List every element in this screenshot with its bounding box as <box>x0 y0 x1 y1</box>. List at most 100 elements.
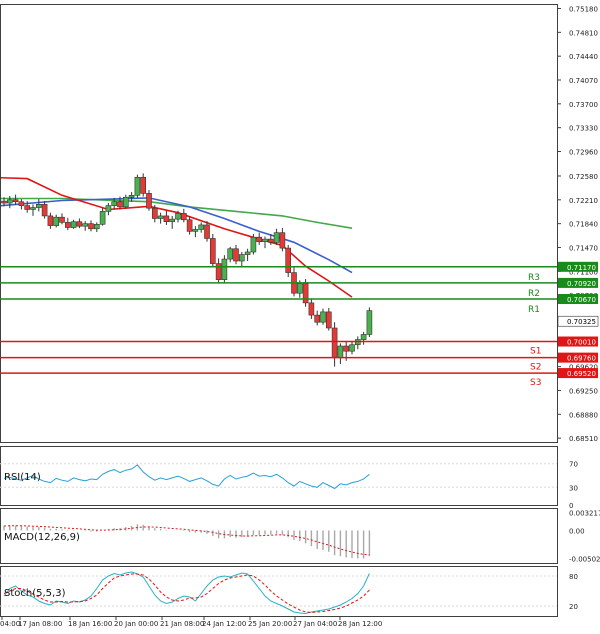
candle-body <box>140 176 146 194</box>
candle-body <box>12 199 19 203</box>
candle-body <box>94 223 100 230</box>
candle-body <box>70 221 77 228</box>
price-chart[interactable]: 0.75180 0.74810 0.74440 0.74070 0.73700 0.733… <box>0 0 600 634</box>
candle-body <box>76 221 83 227</box>
rsi-label: RSI(14) <box>4 472 41 483</box>
rsi-tick-label: 70 <box>569 461 578 469</box>
time-label: 24 Jan 12:00 <box>202 620 246 628</box>
support-price-tag: 0.69520 <box>567 370 596 378</box>
candle-body <box>123 196 129 208</box>
candle-body <box>30 207 36 210</box>
price-tick-label: 0.73700 <box>569 101 598 109</box>
resistance-price-tag: 0.70670 <box>567 296 596 304</box>
resistance-name-r2: R2 <box>528 289 540 299</box>
candle-body <box>221 258 228 280</box>
price-tick-label: 0.73330 <box>569 125 598 133</box>
time-label: 21 Jan 08:00 <box>160 620 204 628</box>
candle-body <box>128 195 135 198</box>
support-price-tag: 0.69760 <box>567 355 596 363</box>
candle-body <box>279 232 286 249</box>
price-tick-label: 0.74810 <box>569 29 598 37</box>
candle-body <box>47 215 54 226</box>
candle-body <box>169 218 175 223</box>
price-tick-label: 0.68510 <box>569 435 598 443</box>
panel-frame-2 <box>0 508 558 564</box>
time-label: 25 Jan 20:00 <box>248 620 292 628</box>
resistance-price-tag: 0.70920 <box>567 280 596 288</box>
resistance-price-tag: 0.71170 <box>567 264 596 272</box>
candle-body <box>320 311 326 323</box>
rsi-line <box>3 464 370 490</box>
candle-body <box>349 344 355 352</box>
candle-body <box>296 283 303 294</box>
candle-body <box>18 201 25 206</box>
price-tick-label: 0.72210 <box>569 197 598 205</box>
candle-body <box>134 176 141 196</box>
price-tick-label: 0.72960 <box>569 149 598 157</box>
candle-body <box>204 224 210 239</box>
candle-body <box>186 219 193 232</box>
ma-fast-line <box>1 176 353 298</box>
panel-frame-3 <box>0 566 558 617</box>
candle-body <box>267 238 274 243</box>
candle-body <box>256 236 263 242</box>
candle-body <box>7 199 13 204</box>
candle-body <box>273 232 280 243</box>
candle-body <box>285 247 292 273</box>
support-price-tag: 0.70010 <box>567 339 596 347</box>
candle-body <box>314 314 321 323</box>
candle-body <box>308 302 315 316</box>
candle-body <box>152 207 158 219</box>
candle-body <box>88 223 94 230</box>
candle-body <box>331 327 338 358</box>
candle-body <box>41 204 48 217</box>
candle-body <box>325 311 332 329</box>
price-tick-label: 0.71840 <box>569 221 598 229</box>
time-label: 18 Jan 16:00 <box>68 620 112 628</box>
macd-tick-label: 0.00 <box>569 527 585 535</box>
time-label: 28 Jan 12:00 <box>338 620 382 628</box>
candle-body <box>99 211 106 225</box>
candle-body <box>360 334 367 340</box>
price-tick-label: 0.68880 <box>569 411 598 419</box>
candle-body <box>198 224 204 230</box>
candle-body <box>59 216 65 223</box>
support-name-s3: S3 <box>530 378 541 388</box>
macd-label: MACD(12,26,9) <box>4 532 80 543</box>
candle-body <box>239 254 245 262</box>
time-label: 17 Jan 08:00 <box>18 620 62 628</box>
price-tick-label: 0.75180 <box>569 6 598 14</box>
candle-body <box>233 248 239 262</box>
candle-body <box>343 345 350 352</box>
main-plot <box>1 173 373 367</box>
resistance-name-r1: R1 <box>528 305 540 315</box>
candle-body <box>157 215 164 219</box>
candle-body <box>227 248 233 260</box>
rsi-tick-label: 30 <box>569 484 578 492</box>
macd-tick-label: 0.003217 <box>569 509 600 517</box>
candle-body <box>65 222 71 228</box>
candle-body <box>111 201 117 206</box>
price-tick-label: 0.74440 <box>569 53 598 61</box>
stoch-tick-label: 20 <box>569 603 578 611</box>
candle-body <box>262 238 268 242</box>
current-price-tag: 0.70325 <box>567 318 596 326</box>
candle-body <box>24 205 31 210</box>
candle-body <box>175 213 181 220</box>
candle-body <box>302 283 309 304</box>
candle-body <box>35 204 42 208</box>
time-label: 20 Jan 00:00 <box>114 620 158 628</box>
candle-body <box>181 213 187 221</box>
candle-body <box>53 216 60 226</box>
support-name-s1: S1 <box>530 347 541 357</box>
price-tick-label: 0.71470 <box>569 244 598 252</box>
candle-body <box>146 193 152 209</box>
candle-body <box>82 223 88 227</box>
price-tick-label: 0.72580 <box>569 173 598 181</box>
candle-body <box>192 229 199 232</box>
time-label: 27 Jan 04:00 <box>293 620 337 628</box>
candle-body <box>244 251 251 255</box>
support-name-s2: S2 <box>530 363 541 373</box>
macd-tick-label: -0.005021 <box>569 556 600 564</box>
stoch-label: Stoch(5,5,3) <box>4 588 66 599</box>
